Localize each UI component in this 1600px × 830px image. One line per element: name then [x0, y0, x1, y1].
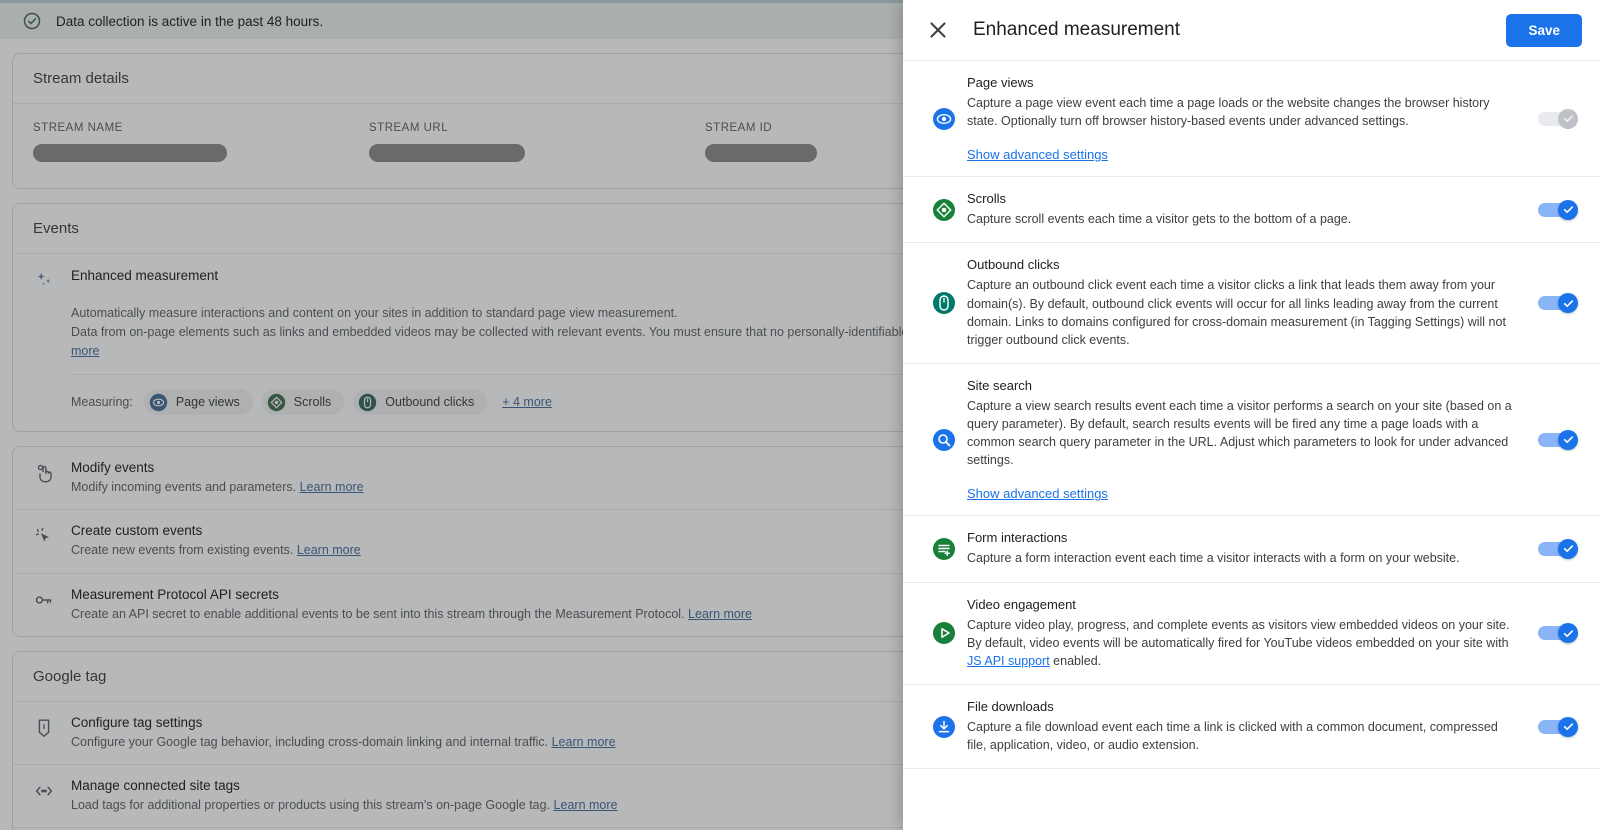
feature-video-engagement-title: Video engagement [967, 597, 1516, 612]
panel-feature-list: Page views Capture a page view event eac… [903, 61, 1600, 829]
feature-file-downloads-desc: Capture a file download event each time … [967, 718, 1516, 754]
feature-form-interactions-title: Form interactions [967, 530, 1516, 545]
feature-file-downloads-toggle[interactable] [1538, 717, 1578, 737]
feature-site-search: Site search Capture a view search result… [903, 364, 1600, 517]
feature-page-views: Page views Capture a page view event eac… [903, 61, 1600, 177]
feature-outbound-clicks-title: Outbound clicks [967, 257, 1516, 272]
feature-form-interactions: Form interactions Capture a form interac… [903, 516, 1600, 582]
feature-page-views-toggle [1538, 109, 1578, 129]
play-icon [932, 621, 956, 645]
form-icon [932, 537, 956, 561]
scroll-diamond-icon [932, 198, 956, 222]
feature-outbound-clicks-desc: Capture an outbound click event each tim… [967, 276, 1516, 349]
feature-video-engagement-toggle[interactable] [1538, 623, 1578, 643]
close-icon[interactable] [925, 17, 951, 43]
feature-scrolls: Scrolls Capture scroll events each time … [903, 177, 1600, 243]
feature-video-engagement: Video engagement Capture video play, pro… [903, 583, 1600, 685]
panel-title: Enhanced measurement [973, 19, 1506, 41]
feature-page-views-advanced-settings-link[interactable]: Show advanced settings [967, 147, 1516, 162]
feature-scrolls-toggle[interactable] [1538, 200, 1578, 220]
feature-page-views-title: Page views [967, 75, 1516, 90]
feature-scrolls-desc: Capture scroll events each time a visito… [967, 210, 1516, 228]
feature-video-desc-part2: enabled. [1050, 654, 1101, 668]
feature-site-search-desc: Capture a view search results event each… [967, 397, 1516, 470]
feature-site-search-toggle[interactable] [1538, 430, 1578, 450]
feature-form-interactions-toggle[interactable] [1538, 539, 1578, 559]
feature-video-desc-part1: Capture video play, progress, and comple… [967, 618, 1509, 650]
js-api-support-link[interactable]: JS API support [967, 654, 1050, 668]
app-root: Data collection is active in the past 48… [0, 0, 1600, 830]
feature-scrolls-title: Scrolls [967, 191, 1516, 206]
search-icon [932, 428, 956, 452]
feature-file-downloads: File downloads Capture a file download e… [903, 685, 1600, 769]
enhanced-measurement-panel: Enhanced measurement Save Page views Cap… [903, 0, 1600, 830]
feature-page-views-desc: Capture a page view event each time a pa… [967, 94, 1516, 130]
eye-icon [932, 107, 956, 131]
feature-outbound-clicks: Outbound clicks Capture an outbound clic… [903, 243, 1600, 364]
download-icon [932, 715, 956, 739]
mouse-icon [932, 291, 956, 315]
panel-header: Enhanced measurement Save [903, 0, 1600, 61]
feature-site-search-advanced-settings-link[interactable]: Show advanced settings [967, 486, 1516, 501]
save-button[interactable]: Save [1506, 14, 1582, 47]
feature-form-interactions-desc: Capture a form interaction event each ti… [967, 549, 1516, 567]
feature-site-search-title: Site search [967, 378, 1516, 393]
feature-video-engagement-desc: Capture video play, progress, and comple… [967, 616, 1516, 670]
panel-bottom-spacer [903, 769, 1600, 829]
feature-outbound-clicks-toggle[interactable] [1538, 293, 1578, 313]
feature-file-downloads-title: File downloads [967, 699, 1516, 714]
